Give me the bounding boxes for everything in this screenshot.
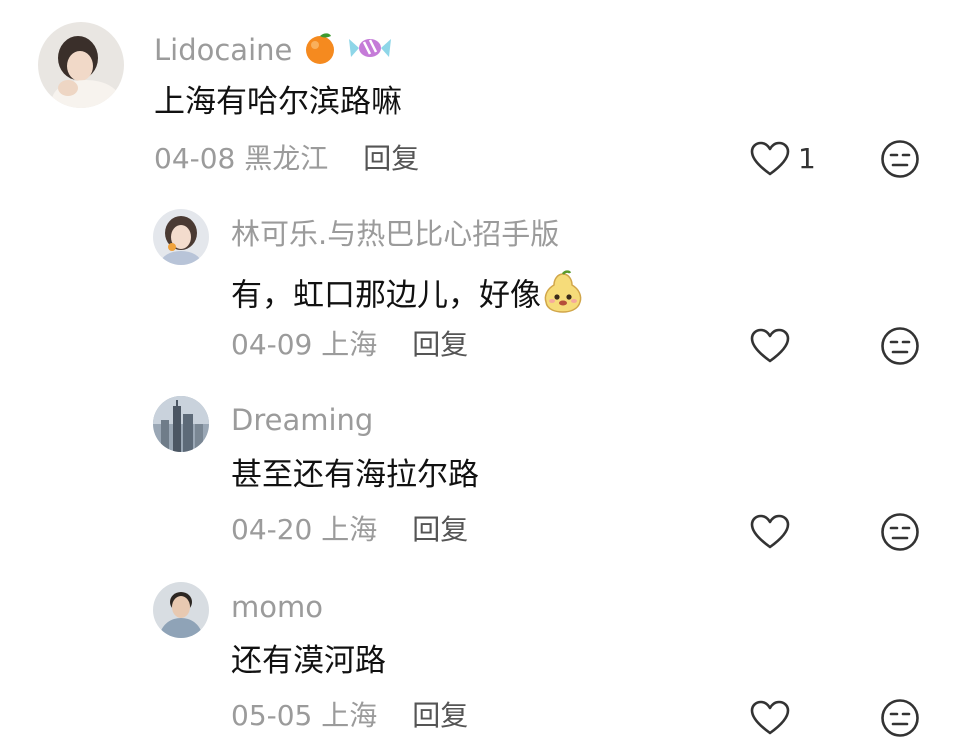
comment-text: 还有漠河路 bbox=[231, 643, 386, 679]
like-button[interactable] bbox=[750, 514, 790, 550]
unamused-face-icon bbox=[881, 513, 919, 551]
comment-location: 上海 bbox=[321, 699, 378, 732]
comment-meta: 04-08 黑龙江 回复 bbox=[154, 141, 419, 177]
like-button[interactable]: 1 bbox=[750, 141, 816, 177]
comment-meta: 04-09 上海 回复 bbox=[231, 327, 468, 363]
avatar[interactable] bbox=[153, 396, 209, 452]
comment-date: 04-20 bbox=[231, 513, 313, 546]
comment-meta: 05-05 上海 回复 bbox=[231, 698, 468, 734]
username[interactable]: momo bbox=[231, 589, 323, 625]
unamused-face-icon bbox=[881, 699, 919, 737]
dislike-button[interactable] bbox=[880, 512, 920, 552]
comment-location: 黑龙江 bbox=[244, 142, 329, 175]
reply-button[interactable]: 回复 bbox=[363, 142, 419, 175]
like-count: 1 bbox=[798, 142, 816, 175]
avatar[interactable] bbox=[153, 209, 209, 265]
avatar[interactable] bbox=[153, 582, 209, 638]
heart-icon bbox=[750, 514, 790, 549]
comment-text: 上海有哈尔滨路嘛 bbox=[154, 84, 402, 120]
avatar[interactable] bbox=[38, 22, 124, 108]
username[interactable]: Dreaming bbox=[231, 402, 373, 438]
comment-item: Lidocaine 上海有哈尔滨路嘛 04-08 黑龙江 回复 1 bbox=[0, 0, 960, 200]
like-button[interactable] bbox=[750, 700, 790, 736]
heart-icon bbox=[750, 700, 790, 735]
comment-location: 上海 bbox=[321, 513, 378, 546]
heart-icon bbox=[750, 328, 790, 363]
reply-comment-item: 林可乐.与热巴比心招手版 有，虹口那边儿，好像 04-09 上海 回复 bbox=[0, 200, 960, 386]
unamused-face-icon bbox=[881, 140, 919, 178]
username[interactable]: 林可乐.与热巴比心招手版 bbox=[231, 216, 559, 252]
pear-face-icon bbox=[541, 270, 585, 324]
comment-date: 05-05 bbox=[231, 699, 313, 732]
comment-location: 上海 bbox=[321, 328, 378, 361]
dislike-button[interactable] bbox=[880, 139, 920, 179]
candy-icon bbox=[347, 30, 393, 74]
comment-date: 04-09 bbox=[231, 328, 313, 361]
comment-text: 甚至还有海拉尔路 bbox=[231, 457, 479, 493]
comment-date: 04-08 bbox=[154, 142, 236, 175]
reply-comment-item: momo 还有漠河路 05-05 上海 回复 bbox=[0, 572, 960, 751]
unamused-face-icon bbox=[881, 327, 919, 365]
heart-icon bbox=[750, 141, 790, 176]
tangerine-icon bbox=[302, 30, 338, 74]
reply-button[interactable]: 回复 bbox=[412, 328, 468, 361]
reply-button[interactable]: 回复 bbox=[412, 513, 468, 546]
dislike-button[interactable] bbox=[880, 698, 920, 738]
comment-text: 有，虹口那边儿，好像 bbox=[231, 270, 585, 324]
like-button[interactable] bbox=[750, 328, 790, 364]
dislike-button[interactable] bbox=[880, 326, 920, 366]
reply-button[interactable]: 回复 bbox=[412, 699, 468, 732]
username[interactable]: Lidocaine bbox=[154, 30, 393, 74]
reply-comment-item: Dreaming 甚至还有海拉尔路 04-20 上海 回复 bbox=[0, 386, 960, 572]
comment-meta: 04-20 上海 回复 bbox=[231, 512, 468, 548]
